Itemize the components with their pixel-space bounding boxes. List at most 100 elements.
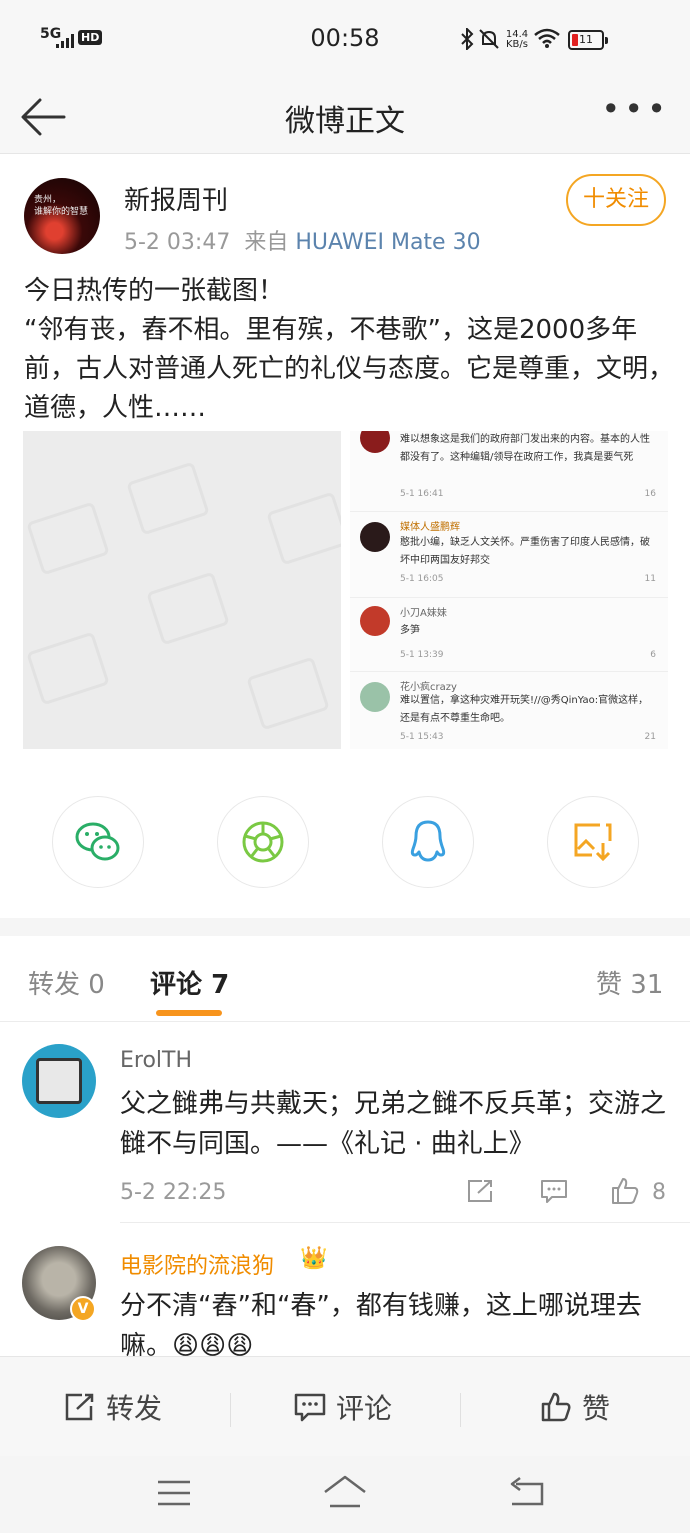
separator (230, 1393, 231, 1427)
image-placeholder-icon (246, 656, 330, 731)
image-placeholder-icon (126, 461, 210, 536)
comment-date: 5-2 22:25 (120, 1180, 227, 1205)
tab-comment[interactable]: 评论 7 (150, 964, 229, 1001)
vip-crown-icon: 👑 (300, 1246, 328, 1271)
screenshot-comment: 媒体人盛鹏辉 憨批小编，缺乏人文关怀。严重伤害了印度人民感情，破坏中印两国友好邦… (350, 511, 668, 589)
tab-active-indicator (156, 1010, 222, 1016)
repost-label: 转发 (106, 1392, 163, 1425)
screenshot-comment-text: 难以置信，拿这种灾难开玩笑!//@秀QinYao:官微这样，还是有点不尊重生命吧… (400, 695, 649, 724)
screenshot-comment: 难以想象这是我们的政府部门发出来的内容。基本的人性都没有了。这种编辑/领导在政府… (350, 431, 668, 501)
comment-label: 评论 (336, 1392, 393, 1425)
comment-text: 父之雠弗与共戴天；兄弟之雠不反兵革；交游之雠不与同国。——《礼记 · 曲礼上》 (120, 1089, 667, 1159)
screenshot-comment-likes: 6 (650, 650, 656, 660)
avatar (360, 431, 390, 453)
avatar (360, 522, 390, 552)
comment-button[interactable]: 评论 (294, 1387, 392, 1427)
avatar (360, 606, 390, 636)
network-speed: 14.4 KB/s (505, 29, 529, 50)
repost-button[interactable]: 转发 (64, 1387, 162, 1427)
commenter-name[interactable]: ErolTH (120, 1048, 192, 1073)
save-image-button[interactable] (547, 796, 639, 888)
emoji: 😩😩😩 (172, 1331, 254, 1356)
avatar-caption: 贵州， 谁解你的智慧 (34, 195, 89, 217)
screenshot-comment-likes: 21 (644, 732, 656, 742)
comment-item: V 电影院的流浪狗 👑 分不清“舂”和“春”，都有钱赚，这上哪说理去嘛。😩😩😩 (0, 1222, 690, 1356)
screenshot-comment-likes: 16 (644, 489, 656, 499)
comment-item: ErolTH 父之雠弗与共戴天；兄弟之雠不反兵革；交游之雠不与同国。——《礼记 … (0, 1022, 690, 1222)
share-qq-button[interactable] (382, 796, 474, 888)
author-name[interactable]: 新报周刊 (124, 180, 228, 217)
screenshot-comment-text: 多笋 (400, 625, 420, 636)
tab-label: 赞 (596, 970, 623, 1000)
repost-icon[interactable] (466, 1178, 494, 1204)
share-moments-button[interactable] (217, 796, 309, 888)
source-prefix: 来自 (244, 230, 289, 255)
post-source[interactable]: HUAWEI Mate 30 (295, 230, 480, 255)
post-text-line: “邻有丧，舂不相。里有殡，不巷歌”，这是2000多年前，古人对普通人死亡的礼仪与… (24, 315, 675, 423)
tab-label: 评论 (150, 970, 203, 1000)
comment-like-count: 8 (652, 1180, 666, 1205)
comment-icon (294, 1393, 326, 1422)
like-icon (541, 1392, 571, 1422)
tab-label: 转发 (28, 970, 81, 1000)
weibo-post: 贵州， 谁解你的智慧 新报周刊 5-2 03:47 来自 HUAWEI Mate… (0, 154, 690, 918)
commenter-avatar[interactable] (22, 1044, 96, 1118)
bottom-action-bar: 转发 评论 赞 (0, 1356, 690, 1456)
share-row (0, 796, 690, 892)
image-placeholder-icon (26, 501, 110, 576)
screenshot-comment: 花小疯crazy 难以置信，拿这种灾难开玩笑!//@秀QinYao:官微这样，还… (350, 671, 668, 749)
screenshot-comment-name: 小刀A妹妹 (400, 608, 447, 619)
tab-like[interactable]: 赞 31 (596, 964, 663, 1001)
screenshot-comment: 小刀A妹妹 多笋 5-1 13:39 6 (350, 597, 668, 669)
author-avatar[interactable]: 贵州， 谁解你的智慧 (24, 178, 100, 254)
follow-button[interactable]: 十关注 (566, 174, 666, 226)
screenshot-comment-name: 媒体人盛鹏辉 (400, 522, 460, 533)
tab-repost[interactable]: 转发 0 (28, 964, 105, 1001)
separator (460, 1393, 461, 1427)
status-bar: 5G HD 00:58 14.4 KB/s 11 (0, 0, 690, 80)
wechat-icon (75, 822, 120, 861)
share-wechat-button[interactable] (52, 796, 144, 888)
moments-icon (242, 821, 284, 863)
repost-icon (65, 1393, 94, 1421)
screenshot-comment-date: 5-1 15:43 (400, 732, 444, 742)
back-icon[interactable] (506, 1476, 546, 1508)
post-image-screenshot[interactable]: 难以想象这是我们的政府部门发出来的内容。基本的人性都没有了。这种编辑/领导在政府… (350, 431, 668, 749)
comment-tabs: 转发 0 评论 7 赞 31 (0, 936, 690, 1022)
image-placeholder-icon (146, 571, 230, 646)
more-options-icon[interactable]: ••• (601, 90, 670, 128)
system-nav-bar (0, 1456, 690, 1533)
screenshot-comment-text: 难以想象这是我们的政府部门发出来的内容。基本的人性都没有了。这种编辑/领导在政府… (400, 434, 650, 463)
comment-list: ErolTH 父之雠弗与共戴天；兄弟之雠不反兵革；交游之雠不与同国。——《礼记 … (0, 1022, 690, 1356)
post-meta: 5-2 03:47 来自 HUAWEI Mate 30 (124, 224, 481, 256)
battery-icon: 11 (568, 30, 608, 50)
tab-count: 31 (630, 970, 664, 1000)
tab-count: 7 (211, 970, 230, 1000)
menu-icon[interactable] (156, 1478, 192, 1508)
page-title: 微博正文 (285, 104, 405, 139)
tab-count: 0 (88, 970, 105, 1000)
post-text-line: 今日热传的一张截图！ (24, 276, 285, 306)
post-date: 5-2 03:47 (124, 230, 231, 255)
home-icon[interactable] (322, 1474, 368, 1510)
post-image-placeholder[interactable] (23, 431, 341, 749)
save-image-icon (574, 823, 612, 862)
qq-icon (410, 820, 446, 862)
screenshot-comment-date: 5-1 16:05 (400, 574, 444, 584)
bluetooth-icon (461, 28, 474, 50)
image-placeholder-icon (266, 491, 341, 566)
like-icon[interactable] (610, 1176, 640, 1206)
commenter-name[interactable]: 电影院的流浪狗 (120, 1248, 274, 1280)
post-content: 今日热传的一张截图！ “邻有丧，舂不相。里有殡，不巷歌”，这是2000多年前，古… (24, 272, 674, 428)
avatar (360, 682, 390, 712)
like-button[interactable]: 赞 (540, 1387, 610, 1427)
screenshot-comment-text: 憨批小编，缺乏人文关怀。严重伤害了印度人民感情，破坏中印两国友好邦交 (400, 537, 650, 566)
mute-icon (479, 29, 499, 49)
screenshot-comment-likes: 11 (644, 574, 656, 584)
image-placeholder-icon (26, 631, 110, 706)
screenshot-comment-name: 花小疯crazy (400, 682, 457, 693)
screenshot-comment-date: 5-1 16:41 (400, 489, 444, 499)
screenshot-comment-date: 5-1 13:39 (400, 650, 444, 660)
like-label: 赞 (582, 1392, 611, 1425)
comment-icon[interactable] (540, 1178, 568, 1204)
